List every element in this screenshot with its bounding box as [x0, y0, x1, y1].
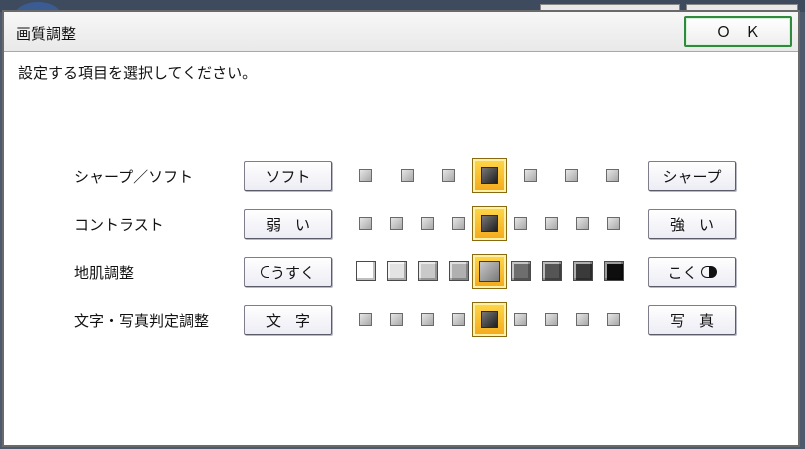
- level-2[interactable]: [401, 169, 414, 182]
- lighter-label: うすく: [269, 263, 315, 282]
- lighter-button[interactable]: うすく: [244, 257, 332, 287]
- level-4-selected[interactable]: [472, 158, 507, 193]
- photo-button[interactable]: 写真: [648, 305, 736, 335]
- level-indicator: [481, 215, 498, 232]
- level-2[interactable]: [390, 313, 403, 326]
- level-5-selected[interactable]: [472, 206, 507, 241]
- half-circle-outline-icon: [700, 266, 709, 278]
- level-3[interactable]: [418, 261, 438, 281]
- text-photo-row: 文字・写真判定調整 文字 写真: [4, 302, 798, 337]
- darker-label: こく: [667, 263, 698, 282]
- weak-button[interactable]: 弱い: [244, 209, 332, 239]
- ok-button[interactable]: ＯＫ: [684, 16, 792, 47]
- image-quality-dialog: 画質調整 ＯＫ 設定する項目を選択してください。 シャープ／ソフト ソフト シャ…: [2, 10, 800, 447]
- dialog-title: 画質調整: [16, 25, 77, 43]
- row-label: 文字・写真判定調整: [74, 312, 210, 330]
- level-5[interactable]: [524, 169, 537, 182]
- level-1[interactable]: [359, 217, 372, 230]
- half-circle-outline-icon: [260, 266, 269, 278]
- level-indicator: [481, 311, 498, 328]
- level-6[interactable]: [565, 169, 578, 182]
- level-7[interactable]: [606, 169, 619, 182]
- level-6[interactable]: [514, 313, 527, 326]
- level-2[interactable]: [387, 261, 407, 281]
- level-6[interactable]: [514, 217, 527, 230]
- half-circle-filled-icon: [708, 266, 717, 278]
- level-8[interactable]: [576, 313, 589, 326]
- level-1[interactable]: [359, 313, 372, 326]
- level-8[interactable]: [576, 217, 589, 230]
- contrast-row: コントラスト 弱い 強い: [4, 206, 798, 241]
- level-7[interactable]: [545, 313, 558, 326]
- text-button[interactable]: 文字: [244, 305, 332, 335]
- level-3[interactable]: [442, 169, 455, 182]
- row-label: コントラスト: [74, 216, 164, 234]
- sharp-button[interactable]: シャープ: [648, 161, 736, 191]
- sharpness-row: シャープ／ソフト ソフト シャープ: [4, 158, 798, 193]
- level-indicator: [479, 261, 500, 282]
- row-label: 地肌調整: [74, 264, 135, 282]
- dialog-titlebar: 画質調整 ＯＫ: [4, 12, 798, 52]
- row-label: シャープ／ソフト: [74, 168, 194, 186]
- strong-button[interactable]: 強い: [648, 209, 736, 239]
- level-4[interactable]: [452, 217, 465, 230]
- level-9[interactable]: [604, 261, 624, 281]
- background-density-row: 地肌調整 うすく こく: [4, 254, 798, 289]
- soft-button[interactable]: ソフト: [244, 161, 332, 191]
- level-4[interactable]: [449, 261, 469, 281]
- level-9[interactable]: [607, 217, 620, 230]
- level-5-selected[interactable]: [472, 302, 507, 337]
- darker-button[interactable]: こく: [648, 257, 736, 287]
- level-6[interactable]: [511, 261, 531, 281]
- level-2[interactable]: [390, 217, 403, 230]
- level-3[interactable]: [421, 217, 434, 230]
- level-1[interactable]: [359, 169, 372, 182]
- level-indicator: [481, 167, 498, 184]
- level-5-selected[interactable]: [472, 254, 507, 289]
- level-9[interactable]: [607, 313, 620, 326]
- level-4[interactable]: [452, 313, 465, 326]
- level-1[interactable]: [356, 261, 376, 281]
- level-7[interactable]: [545, 217, 558, 230]
- level-3[interactable]: [421, 313, 434, 326]
- level-8[interactable]: [573, 261, 593, 281]
- instruction-text: 設定する項目を選択してください。: [18, 64, 258, 82]
- level-7[interactable]: [542, 261, 562, 281]
